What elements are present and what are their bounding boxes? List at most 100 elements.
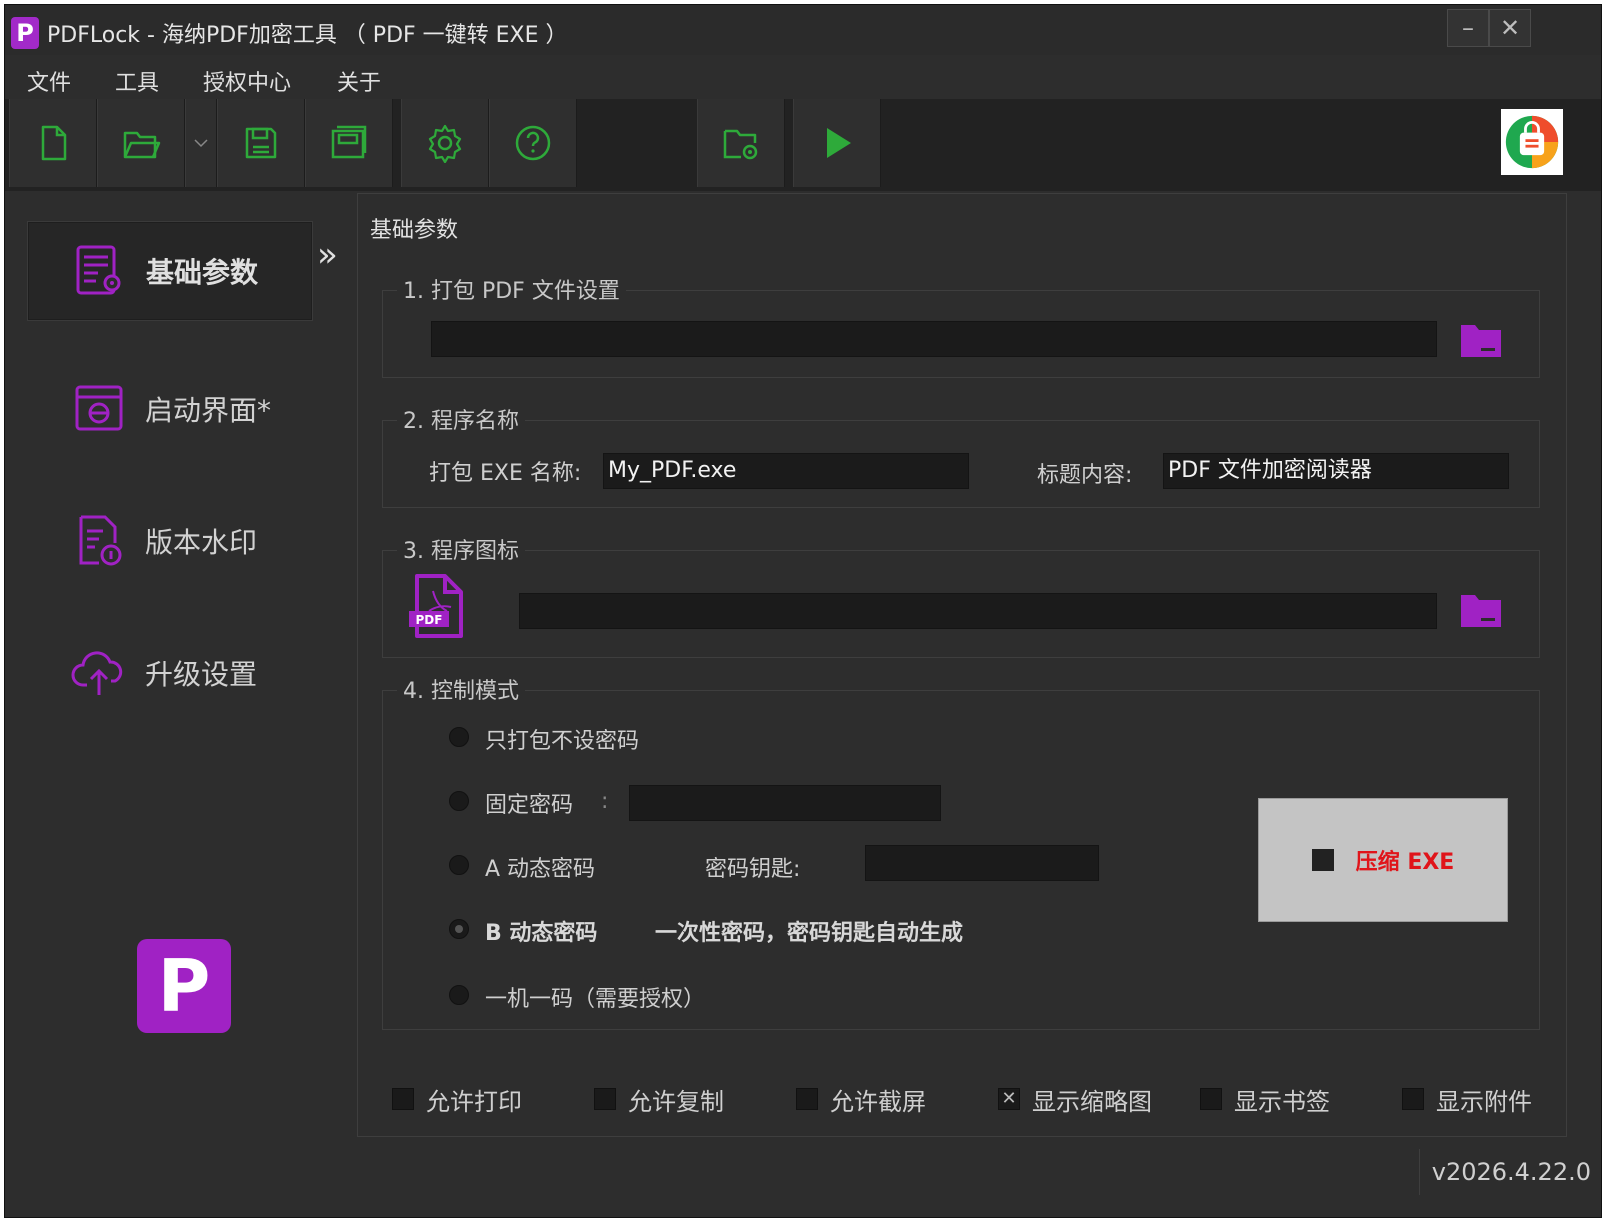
new-file-button[interactable]: [9, 99, 97, 187]
settings-icon: [428, 124, 462, 163]
sidebar-item-upgrade[interactable]: 升级设置: [27, 623, 313, 723]
checkbox-box[interactable]: [1200, 1088, 1222, 1110]
panel-title: 基础参数: [370, 218, 459, 243]
compress-exe-checkbox[interactable]: [1311, 849, 1334, 871]
pdf-badge-text: PDF: [416, 613, 443, 627]
radio-dynamic-b-label: B 动态密码: [485, 921, 598, 946]
app-window: P PDFLock - 海纳PDF加密工具 （ PDF 一键转 EXE ） – …: [4, 4, 1602, 1218]
radio-dynamic-a-label: A 动态密码: [485, 857, 596, 882]
browse-folder-icon[interactable]: [1459, 591, 1503, 629]
basic-params-panel: 基础参数 1. 打包 PDF 文件设置 2. 程序名称 打包 EXE 名称: M…: [357, 193, 1567, 1137]
open-folder-icon: [123, 131, 161, 159]
title-bar: P PDFLock - 海纳PDF加密工具 （ PDF 一键转 EXE ） – …: [5, 5, 1601, 55]
radio-fixed-password[interactable]: [449, 791, 469, 811]
pdf-path-field[interactable]: [431, 321, 1437, 357]
settings-button[interactable]: [401, 99, 489, 187]
splash-screen-icon: [75, 385, 123, 431]
radio-dynamic-a[interactable]: [449, 855, 469, 875]
toolbar: [5, 99, 1601, 191]
title-content-field[interactable]: PDF 文件加密阅读器: [1163, 453, 1509, 489]
radio-dynamic-b[interactable]: [449, 919, 469, 939]
exe-name-label: 打包 EXE 名称:: [429, 461, 582, 486]
sidebar-item-label: 版本水印: [145, 526, 258, 559]
password-key-label: 密码钥匙:: [705, 857, 801, 882]
group-legend: 2. 程序名称: [397, 403, 525, 435]
group-legend: 4. 控制模式: [397, 673, 525, 705]
window-title: PDFLock - 海纳PDF加密工具 （ PDF 一键转 EXE ）: [47, 23, 568, 48]
radio-no-password[interactable]: [449, 727, 469, 747]
checkbox-label: 显示附件: [1436, 1087, 1532, 1116]
icon-path-field[interactable]: [519, 593, 1437, 629]
password-key-field[interactable]: [865, 845, 1099, 881]
sidebar: 基础参数 » 启动界面* 版本水印 升级设置 P: [5, 191, 355, 1217]
radio-machine-code[interactable]: [449, 985, 469, 1005]
checkbox-show-bookmarks[interactable]: 显示书签: [1200, 1082, 1330, 1116]
checkbox-box[interactable]: [392, 1088, 414, 1110]
save-as-icon: [331, 125, 367, 159]
checkbox-box-checked[interactable]: ✕: [998, 1088, 1020, 1110]
save-icon: [245, 127, 277, 159]
shop-badge-icon[interactable]: [1501, 109, 1563, 175]
close-button[interactable]: ✕: [1489, 9, 1531, 47]
sidebar-item-label: 升级设置: [145, 658, 258, 691]
compress-exe-label: 压缩 EXE: [1355, 850, 1455, 875]
menu-bar: 文件 工具 授权中心 关于: [5, 57, 1601, 99]
pdf-file-icon[interactable]: PDF: [407, 573, 467, 639]
save-button[interactable]: [217, 99, 305, 187]
menu-license-center[interactable]: 授权中心: [203, 65, 291, 97]
title-content-label: 标题内容:: [1037, 463, 1133, 488]
sidebar-item-watermark[interactable]: 版本水印: [27, 491, 313, 591]
open-dropdown-button[interactable]: [185, 99, 217, 187]
group-legend: 1. 打包 PDF 文件设置: [397, 273, 626, 305]
upgrade-cloud-icon: [71, 651, 123, 695]
parameters-icon: [76, 245, 121, 295]
chevron-down-icon: [194, 139, 208, 148]
help-button[interactable]: [489, 99, 577, 187]
run-icon: [827, 128, 851, 158]
checkbox-allow-screenshot[interactable]: 允许截屏: [796, 1082, 926, 1116]
run-button[interactable]: [793, 99, 881, 187]
radio-fixed-password-label: 固定密码: [485, 793, 574, 818]
help-icon: [515, 125, 551, 161]
checkbox-show-thumbnails[interactable]: ✕ 显示缩略图: [998, 1082, 1152, 1116]
sidebar-item-basic-params[interactable]: 基础参数: [27, 221, 313, 321]
minimize-button[interactable]: –: [1447, 9, 1489, 47]
radio-no-password-label: 只打包不设密码: [485, 729, 640, 754]
checkbox-label: 允许复制: [628, 1087, 724, 1116]
checkbox-allow-print[interactable]: 允许打印: [392, 1082, 522, 1116]
permissions-row: 允许打印 允许复制 允许截屏 ✕ 显示缩略图 显示书签 显示附件: [392, 1082, 1542, 1116]
checkbox-box[interactable]: [594, 1088, 616, 1110]
app-logo-icon: P: [11, 17, 39, 49]
build-folder-button[interactable]: [697, 99, 785, 187]
checkbox-label: 允许打印: [426, 1087, 522, 1116]
sidebar-item-splash-screen[interactable]: 启动界面*: [27, 359, 313, 459]
menu-file[interactable]: 文件: [27, 65, 71, 97]
checkbox-label: 显示缩略图: [1032, 1087, 1152, 1116]
fixed-password-separator: :: [601, 789, 609, 814]
checkbox-label: 显示书签: [1234, 1087, 1330, 1116]
compress-exe-button[interactable]: 压缩 EXE: [1258, 798, 1508, 922]
radio-machine-code-label: 一机一码（需要授权）: [485, 987, 706, 1012]
product-logo-icon: P: [137, 939, 231, 1033]
open-file-button[interactable]: [97, 99, 185, 187]
dynamic-b-description: 一次性密码，密码钥匙自动生成: [655, 921, 964, 946]
shopping-bag-icon: [1505, 115, 1559, 169]
checkbox-allow-copy[interactable]: 允许复制: [594, 1082, 724, 1116]
checkbox-box[interactable]: [1402, 1088, 1424, 1110]
watermark-icon: [79, 515, 122, 566]
chevron-double-right-icon: »: [317, 235, 338, 275]
sidebar-item-label: 基础参数: [146, 256, 259, 289]
fixed-password-field[interactable]: [629, 785, 941, 821]
menu-tools[interactable]: 工具: [115, 65, 159, 97]
checkbox-show-attachments[interactable]: 显示附件: [1402, 1082, 1532, 1116]
checkbox-box[interactable]: [796, 1088, 818, 1110]
menu-about[interactable]: 关于: [337, 65, 381, 97]
sidebar-item-label: 启动界面*: [145, 394, 272, 427]
new-file-icon: [41, 125, 67, 161]
exe-name-field[interactable]: My_PDF.exe: [603, 453, 969, 489]
program-name-group: 2. 程序名称 打包 EXE 名称: My_PDF.exe 标题内容: PDF …: [382, 403, 1540, 508]
save-as-button[interactable]: [305, 99, 393, 187]
browse-folder-icon[interactable]: [1459, 321, 1503, 359]
version-label: v2026.4.22.0: [1418, 1149, 1591, 1195]
status-bar: v2026.4.22.0: [5, 1141, 1601, 1217]
